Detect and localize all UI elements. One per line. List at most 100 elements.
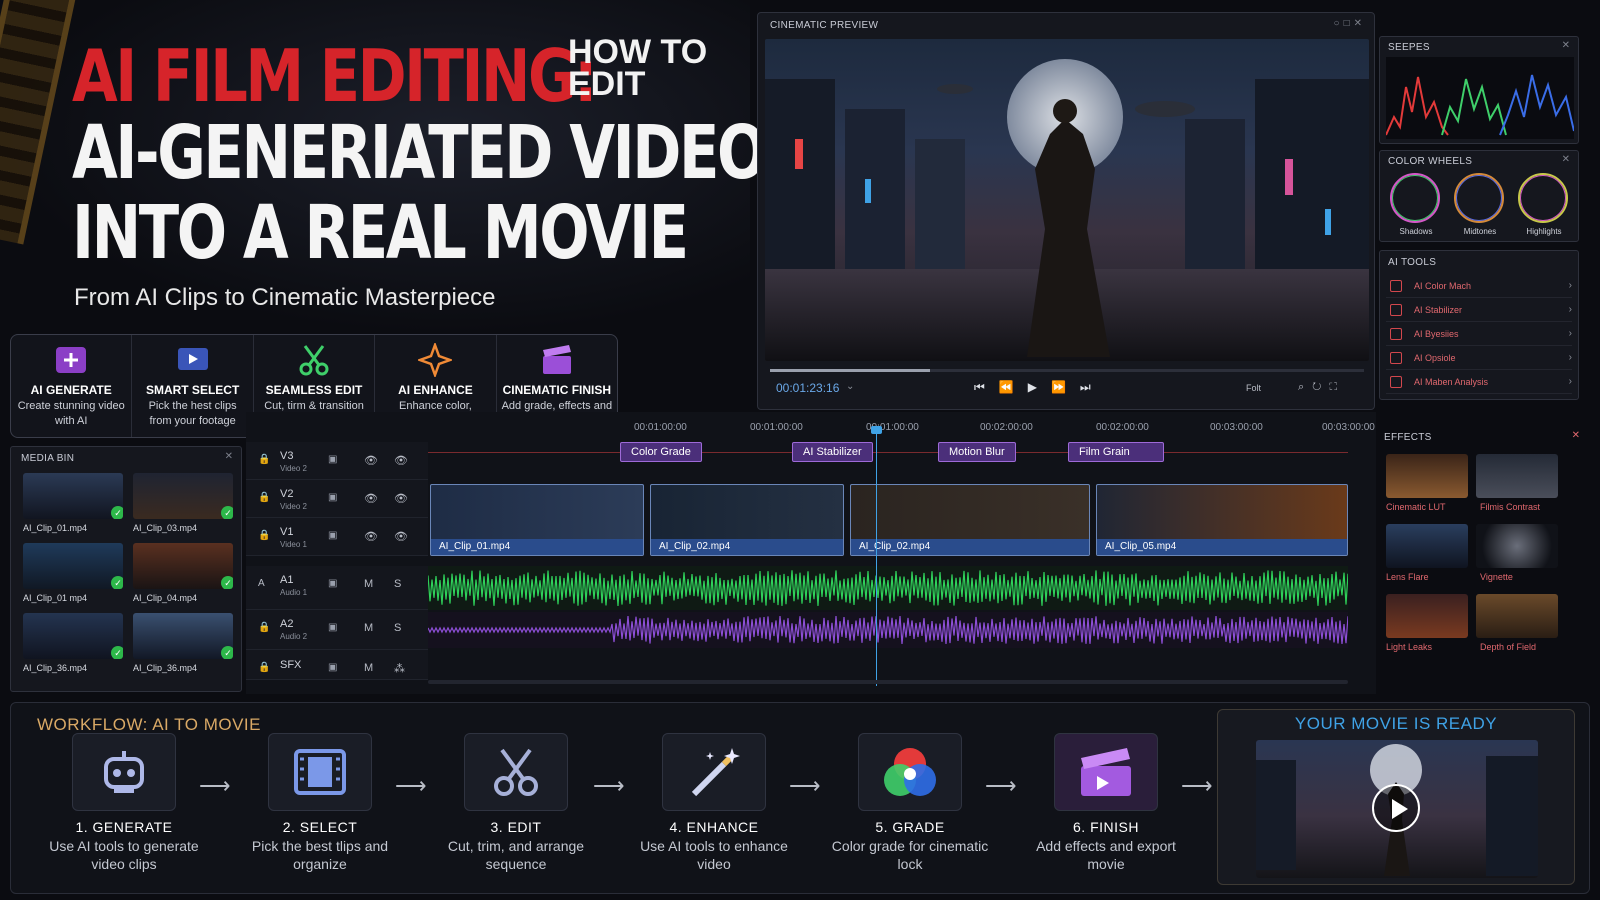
timecode[interactable]: 00:01:23:16 — [776, 381, 839, 395]
track-header-v2[interactable]: 🔒 V2 Video 2 ▣ 👁 👁 — [246, 480, 428, 518]
title-ai-film-editing: AI FILM EDITING: — [72, 34, 598, 118]
shadows-wheel[interactable] — [1390, 173, 1440, 223]
mute-button[interactable]: M — [364, 662, 373, 674]
movie-ready-title: YOUR MOVIE IS READY — [1294, 714, 1498, 733]
clapperboard-icon — [1054, 733, 1158, 811]
track-header-a2[interactable]: 🔒 A2 Audio 2 ▣ M S — [246, 610, 428, 650]
close-icon[interactable]: ✕ — [225, 451, 233, 462]
video-clip[interactable]: AI_Clip_02.mp4 — [850, 484, 1090, 556]
video-clip[interactable]: AI_Clip_01.mp4 — [430, 484, 644, 556]
lock-icon[interactable]: 🔒 — [258, 530, 270, 541]
play-button[interactable] — [1372, 784, 1420, 832]
feature-title: AI ENHANCE — [398, 383, 473, 397]
lock-icon[interactable]: 🔒 — [258, 492, 270, 503]
mute-button[interactable]: M — [364, 622, 373, 634]
media-thumb[interactable]: ✓ — [23, 473, 123, 519]
visibility-icon[interactable]: 👁 — [364, 530, 378, 543]
hero-banner: AI FILM EDITING: HOW TO EDIT AI-GENERIAT… — [0, 0, 767, 335]
link-icon[interactable]: ▣ — [328, 530, 337, 541]
effect-clip-color-grade[interactable]: Color Grade — [620, 442, 702, 462]
lock-icon[interactable]: 🔒 — [258, 622, 270, 633]
color-match-icon — [1390, 279, 1402, 292]
effect-thumb[interactable] — [1476, 524, 1558, 568]
media-thumb[interactable]: ✓ — [23, 543, 123, 589]
track-header-v1[interactable]: 🔒 V1 Video 1 ▣ 👁 👁 — [246, 518, 428, 556]
close-icon[interactable]: ✕ — [1572, 430, 1580, 441]
video-clip[interactable]: AI_Clip_05.mp4 — [1096, 484, 1348, 556]
visibility-icon[interactable]: 👁 — [394, 530, 408, 543]
arrow-right-icon: ⟶ — [395, 773, 427, 798]
effect-thumb[interactable] — [1386, 594, 1468, 638]
effect-thumb[interactable] — [1386, 524, 1468, 568]
ai-tool-item[interactable]: AI Opsiole › — [1386, 346, 1572, 370]
visibility-icon[interactable]: 👁 — [364, 454, 378, 467]
ai-tool-item[interactable]: AI Stabilizer › — [1386, 298, 1572, 322]
solo-button[interactable]: S — [394, 578, 401, 590]
mute-button[interactable]: M — [364, 578, 373, 590]
lock-icon[interactable]: 🔒 — [258, 662, 270, 673]
close-icon[interactable]: ✕ — [1562, 40, 1570, 51]
link-icon[interactable]: ▣ — [328, 492, 337, 503]
effect-clip-ai-stabilizer[interactable]: AI Stabilizer — [792, 442, 873, 462]
media-thumb[interactable]: ✓ — [133, 613, 233, 659]
close-icon[interactable]: ✕ — [1562, 154, 1570, 165]
link-icon[interactable]: ▣ — [328, 578, 337, 589]
title-line-3: INTO A REAL MOVIE — [72, 190, 689, 276]
link-icon[interactable]: ▣ — [328, 454, 337, 465]
ai-tool-item[interactable]: AI Byesiies › — [1386, 322, 1572, 346]
link-icon[interactable]: ▣ — [328, 622, 337, 633]
timeline-ruler[interactable]: 00:01:00:00 00:01:00:00 00:01:00:00 00:0… — [426, 412, 1376, 442]
feature-ai-generate[interactable]: AI GENERATE Create stunning video with A… — [11, 335, 133, 437]
media-thumb[interactable]: ✓ — [133, 473, 233, 519]
audio-waveform-a1[interactable] — [428, 566, 1348, 610]
media-label: AI_Clip_01 mp4 — [23, 593, 88, 603]
movie-thumbnail[interactable] — [1256, 740, 1538, 878]
track-header-a1[interactable]: A A1 Audio 1 ▣ M S — [246, 566, 428, 610]
step-desc: Use AI tools to generate video clips — [49, 838, 199, 872]
zoom-tools-icon[interactable]: ⌕↻⛶ — [1298, 381, 1345, 394]
check-icon: ✓ — [221, 506, 233, 519]
feature-title: SMART SELECT — [145, 383, 240, 397]
sfx-settings-icon[interactable]: ⁂ — [394, 662, 405, 675]
feature-smart-select[interactable]: SMART SELECT Pick the hest clips from yo… — [132, 335, 254, 437]
movie-ready-card[interactable]: YOUR MOVIE IS READY — [1217, 709, 1575, 885]
fit-dropdown[interactable]: Folt — [1246, 383, 1261, 393]
effects-title: EFFECTS — [1384, 432, 1432, 443]
effect-clip-motion-blur[interactable]: Motion Blur — [938, 442, 1016, 462]
visibility-icon[interactable]: 👁 — [394, 454, 408, 467]
effect-thumb[interactable] — [1476, 454, 1558, 498]
track-header-sfx[interactable]: 🔒 SFX ▣ M ⁂ — [246, 650, 428, 680]
ruler-label: 00:02:00:00 — [980, 422, 1033, 433]
ai-tool-item[interactable]: AI Color Mach › — [1386, 274, 1572, 298]
step-desc: Color grade for cinematic lock — [831, 838, 989, 872]
effect-thumb[interactable] — [1386, 454, 1468, 498]
audio-waveform-a2[interactable] — [428, 612, 1348, 648]
workflow-title: WORKFLOW: AI TO MOVIE — [37, 715, 261, 734]
highlights-wheel[interactable] — [1518, 173, 1568, 223]
waveform-scope — [1386, 57, 1574, 139]
media-thumb[interactable]: ✓ — [133, 543, 233, 589]
solo-button[interactable]: S — [394, 622, 401, 634]
playhead-handle[interactable] — [871, 426, 882, 434]
effect-clip-film-grain[interactable]: Film Grain — [1068, 442, 1164, 462]
visibility-icon[interactable]: 👁 — [394, 492, 408, 505]
timeline-scrollbar[interactable] — [428, 680, 1348, 684]
window-controls-icon[interactable]: ○□✕ — [1334, 18, 1366, 29]
ai-tool-item[interactable]: AI Maben Analysis › — [1386, 370, 1572, 394]
midtones-wheel[interactable] — [1454, 173, 1504, 223]
link-icon[interactable]: ▣ — [328, 662, 337, 673]
video-clip[interactable]: AI_Clip_02.mp4 — [650, 484, 844, 556]
effect-thumb[interactable] — [1476, 594, 1558, 638]
track-header-v3[interactable]: 🔒 V3 Video 2 ▣ 👁 👁 — [246, 442, 428, 480]
clip-label: AI_Clip_02.mp4 — [851, 539, 1089, 555]
scrub-bar[interactable] — [770, 369, 1364, 372]
preview-video-frame[interactable] — [765, 39, 1369, 361]
playhead[interactable] — [876, 430, 877, 686]
playback-controls[interactable]: ⏮⏪▶⏩⏭ — [974, 380, 1105, 395]
media-thumb[interactable]: ✓ — [23, 613, 123, 659]
visibility-icon[interactable]: 👁 — [364, 492, 378, 505]
media-label: AI_Clip_36.mp4 — [133, 663, 198, 673]
lock-icon[interactable]: 🔒 — [258, 454, 270, 465]
track-sub: Video 1 — [280, 540, 307, 549]
timecode-dropdown-icon[interactable]: ⌄ — [846, 381, 854, 392]
